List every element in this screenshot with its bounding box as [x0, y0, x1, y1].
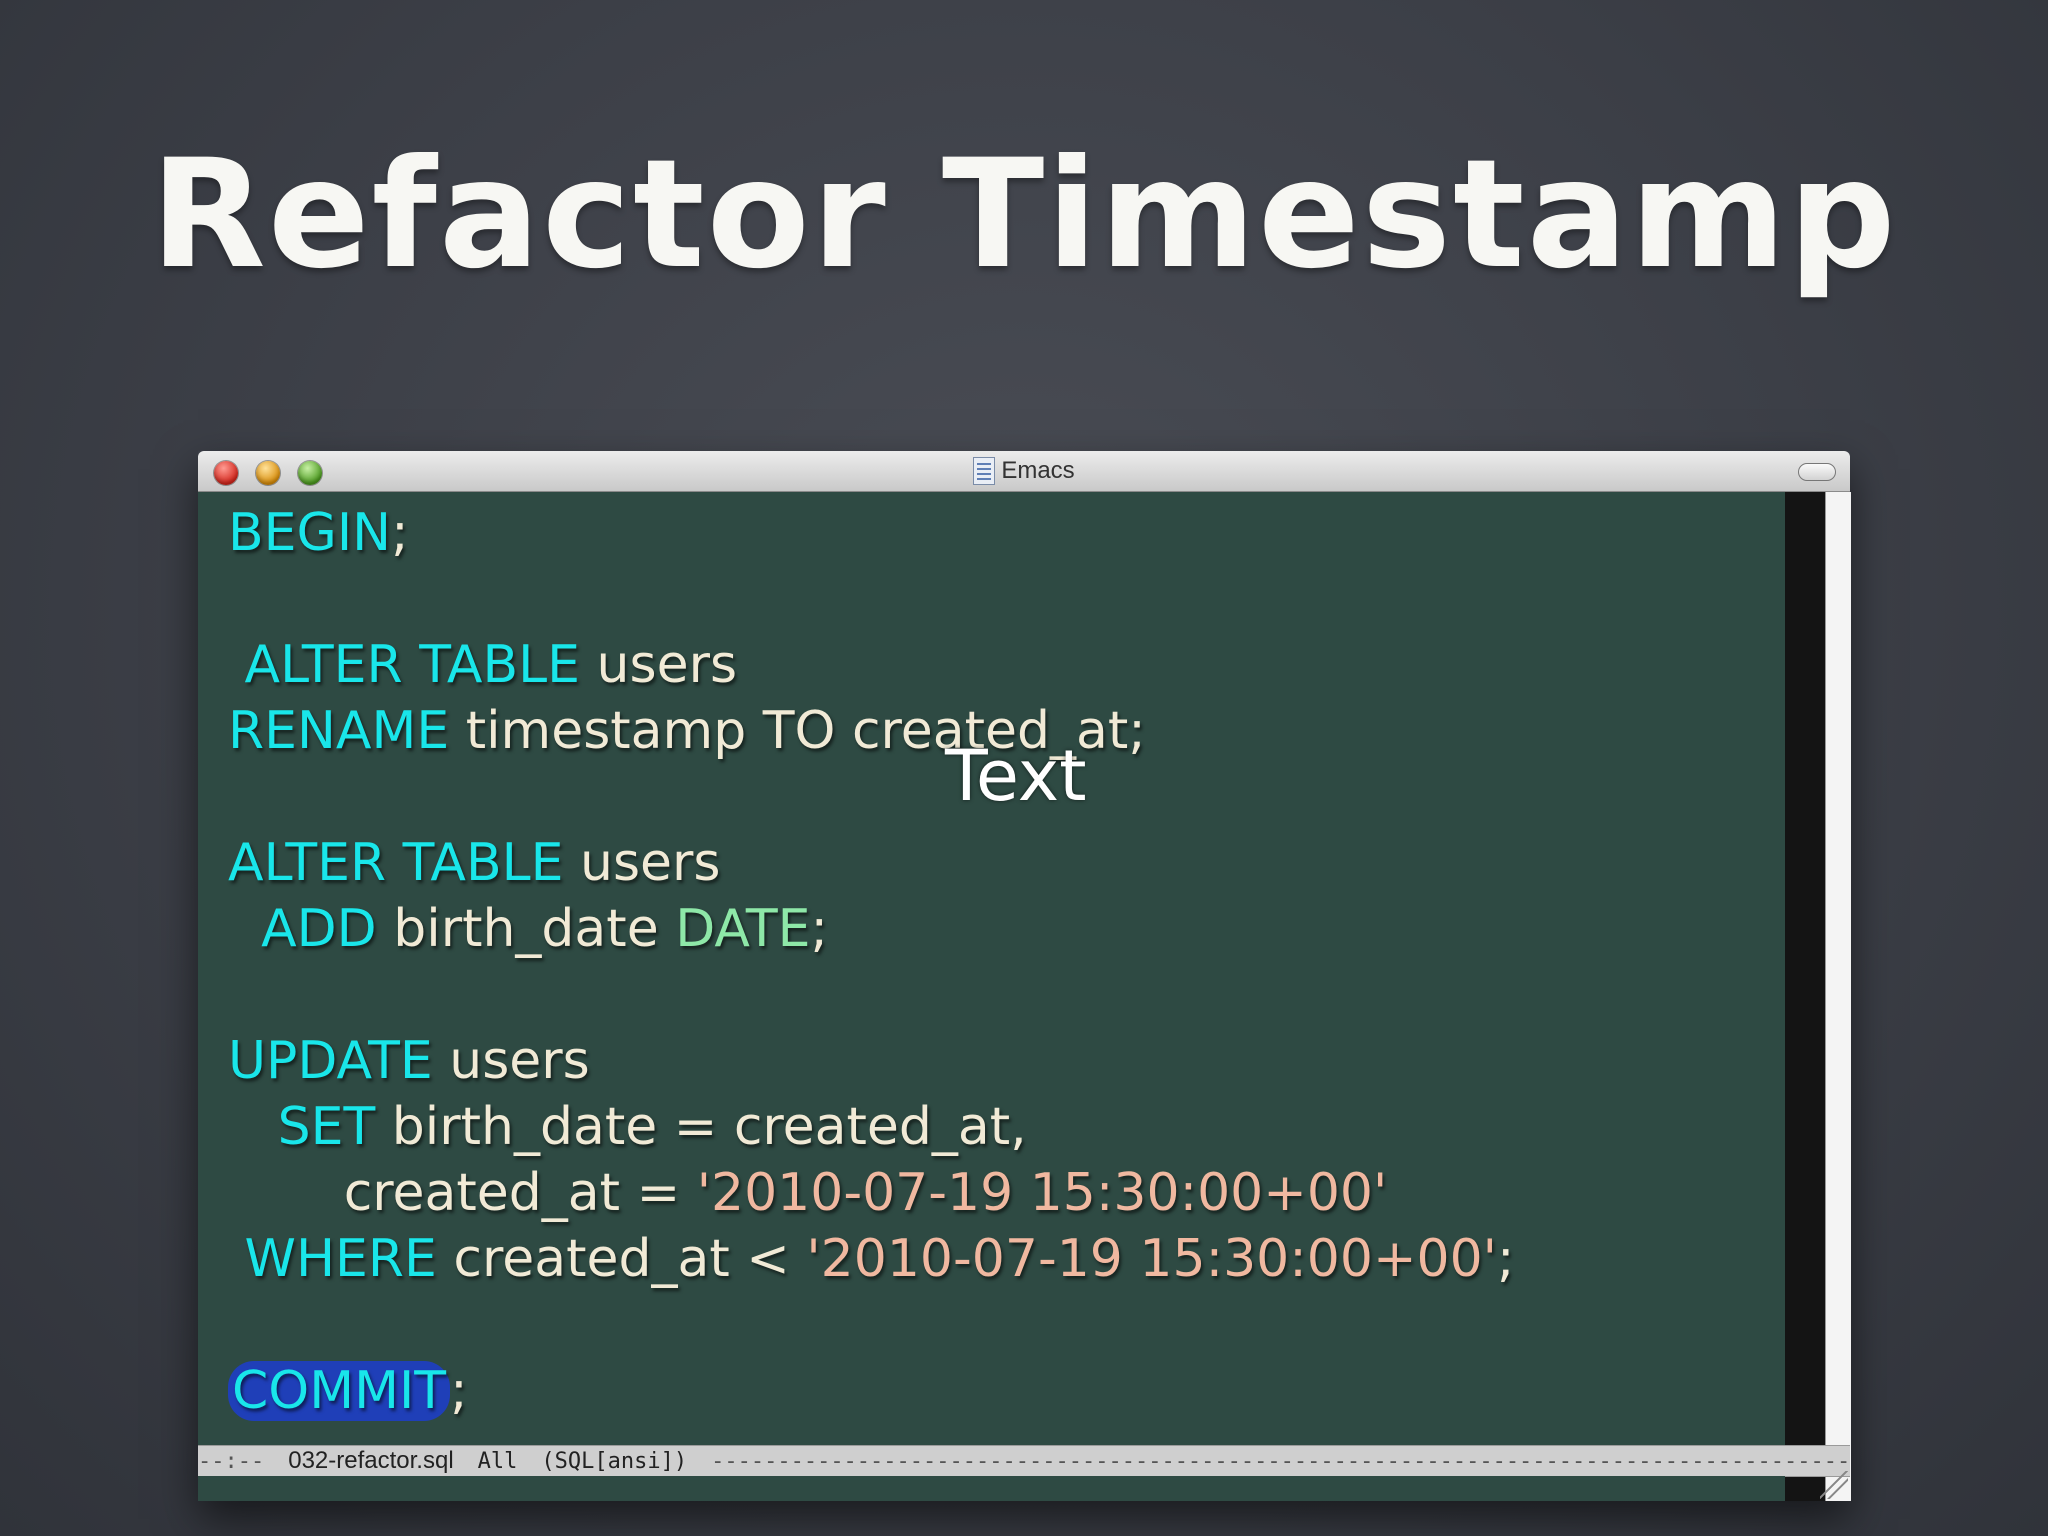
modeline-status: --:-- — [198, 1449, 265, 1474]
code-keyword-set: SET — [277, 1097, 376, 1157]
code-string-literal: '2010-07-19 15:30:00+00' — [696, 1163, 1388, 1223]
code-identifier: users — [432, 1031, 590, 1091]
emacs-modeline: --:-- 032-refactor.sql All (SQL[ansi]) -----… — [198, 1445, 1850, 1477]
fringe — [1785, 492, 1825, 1501]
code-text: birth_date — [376, 899, 676, 959]
code-keyword-alter-table: ALTER TABLE — [244, 635, 580, 695]
window-titlebar[interactable]: Emacs — [198, 451, 1850, 492]
cursor-overlay-text: Text — [945, 735, 1087, 817]
code-text: birth_date = created_at, — [375, 1097, 1027, 1157]
code-type-date: DATE — [675, 899, 811, 959]
modeline-fill: ----------------------------------------… — [711, 1449, 1850, 1474]
code-punct: ; — [1496, 1229, 1515, 1289]
code-keyword-where: WHERE — [244, 1229, 437, 1289]
code-text: created_at < — [436, 1229, 807, 1289]
modeline-position: All — [477, 1449, 518, 1474]
emacs-window: Emacs BEGIN; ALTER TABLE users RENAME ti… — [198, 451, 1851, 1501]
toolbar-toggle-button[interactable] — [1798, 463, 1836, 481]
modeline-major-mode: (SQL[ansi]) — [541, 1449, 688, 1474]
code-keyword-add: ADD — [261, 899, 377, 959]
code-identifier: users — [580, 635, 738, 695]
code-text: created_at = — [343, 1163, 697, 1223]
code-string-literal: '2010-07-19 15:30:00+00' — [806, 1229, 1497, 1289]
code-identifier: users — [563, 833, 721, 893]
code-keyword-alter-table: ALTER TABLE — [228, 833, 564, 893]
code-keyword-begin: BEGIN — [228, 503, 392, 563]
code-punct: ; — [391, 503, 409, 563]
window-title: Emacs — [1001, 457, 1075, 484]
window-title-group: Emacs — [198, 451, 1850, 491]
vertical-scrollbar[interactable] — [1825, 492, 1851, 1501]
editor-buffer[interactable]: BEGIN; ALTER TABLE users RENAME timestam… — [198, 492, 1785, 1445]
resize-grip-icon[interactable] — [1820, 1471, 1848, 1499]
sql-code: BEGIN; ALTER TABLE users RENAME timestam… — [228, 500, 1515, 1424]
code-keyword-rename: RENAME — [228, 701, 450, 761]
code-punct: ; — [450, 1361, 468, 1421]
minibuffer[interactable] — [198, 1476, 1785, 1501]
code-punct: ; — [810, 899, 829, 959]
modeline-filename: 032-refactor.sql — [288, 1447, 454, 1474]
code-keyword-commit-highlighted: COMMIT — [228, 1361, 451, 1421]
code-keyword-update: UPDATE — [228, 1031, 433, 1091]
document-icon — [973, 457, 996, 485]
slide-title: Refactor Timestamp — [150, 128, 1898, 302]
